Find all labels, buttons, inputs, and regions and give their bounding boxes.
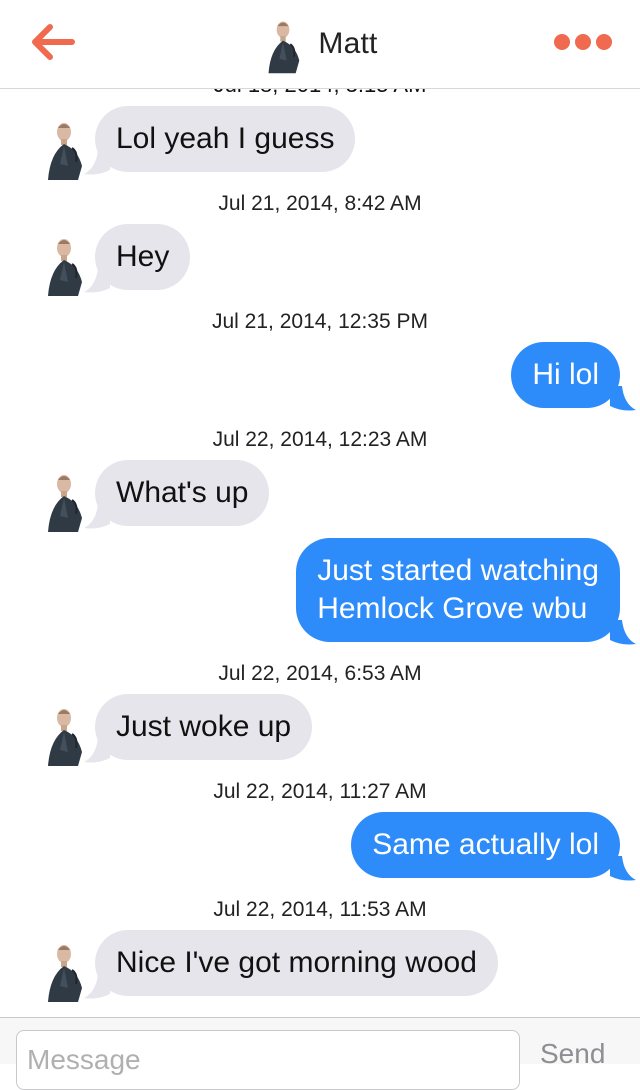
contact-title[interactable]: Matt	[0, 16, 640, 75]
avatar	[47, 238, 83, 297]
message-text-line: Just started watching	[317, 554, 599, 587]
avatar	[47, 122, 83, 181]
chat-header: Matt	[0, 0, 640, 89]
timestamp: Jul 21, 2014, 12:35 PM	[212, 310, 428, 333]
more-dots-icon	[554, 34, 570, 50]
message-text: Lol yeah I guess	[116, 122, 335, 155]
send-button[interactable]: Send	[540, 1038, 605, 1070]
message-text: Hi lol	[532, 358, 599, 391]
more-button[interactable]	[554, 32, 612, 52]
message-bubble[interactable]: Lol yeah I guess	[95, 106, 356, 172]
message-input[interactable]	[16, 1030, 520, 1090]
more-dots-icon	[575, 34, 591, 50]
message-text: Nice I've got morning wood	[116, 946, 477, 979]
avatar	[47, 474, 83, 533]
message-bubble[interactable]: Nice I've got morning wood	[95, 930, 498, 996]
timestamp: Jul 21, 2014, 8:42 AM	[218, 192, 422, 215]
message-text: Just woke up	[116, 710, 292, 743]
message-bubble[interactable]: Same actually lol	[351, 812, 620, 878]
message-bubble[interactable]: Hi lol	[511, 342, 620, 408]
avatar	[268, 20, 301, 75]
message-bubble[interactable]: What's up	[95, 460, 270, 526]
more-dots-icon	[596, 34, 612, 50]
timestamp: Jul 22, 2014, 11:27 AM	[213, 780, 427, 803]
message-composer: Send	[0, 1017, 640, 1090]
timestamp: Jul 22, 2014, 11:53 AM	[213, 898, 427, 921]
avatar	[47, 944, 83, 1003]
contact-name: Matt	[318, 27, 378, 60]
message-text-line: Hemlock Grove wbu	[317, 592, 588, 625]
message-bubble[interactable]: Just woke up	[95, 694, 313, 760]
message-text: Hey	[116, 240, 170, 273]
avatar	[47, 708, 83, 767]
message-text: Same actually lol	[372, 828, 599, 861]
message-bubble[interactable]: Just started watching Hemlock Grove wbu	[296, 538, 620, 642]
timestamp: Jul 22, 2014, 12:23 AM	[212, 428, 428, 451]
message-bubble[interactable]: Hey	[95, 224, 191, 290]
message-text: What's up	[116, 476, 249, 509]
timestamp: Jul 22, 2014, 6:53 AM	[218, 662, 422, 685]
